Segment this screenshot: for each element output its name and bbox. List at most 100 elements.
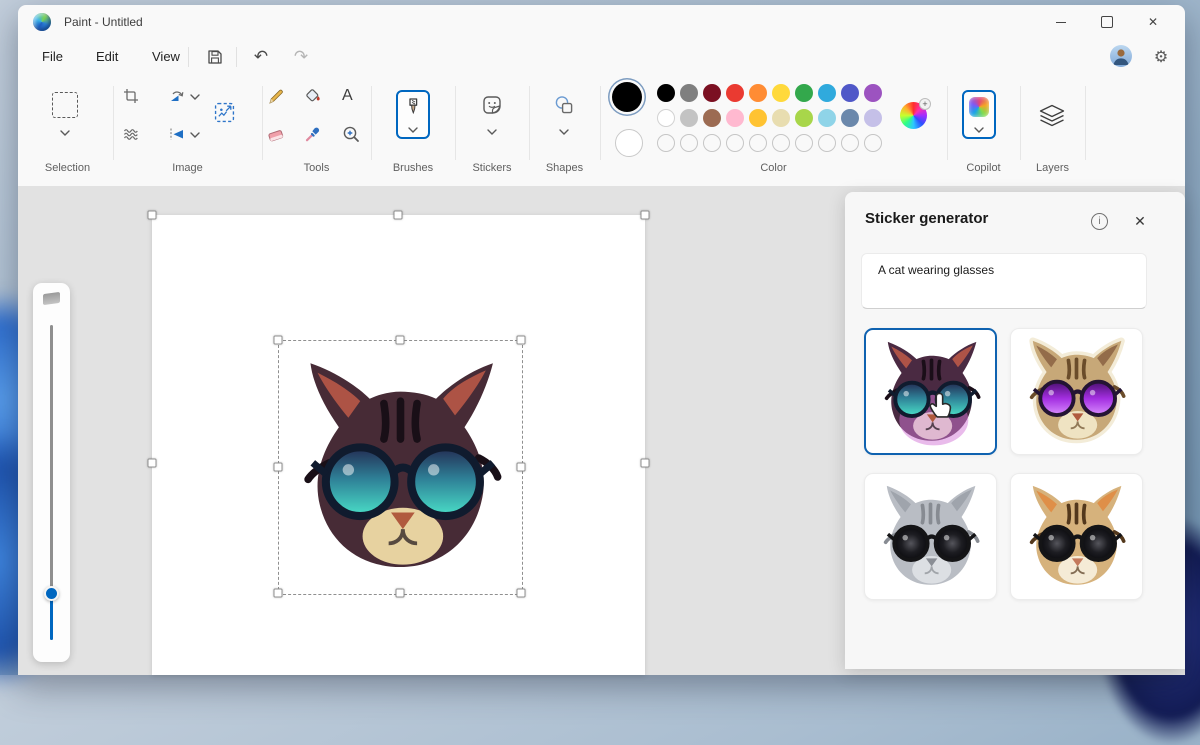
palette-empty-slot[interactable] [657, 134, 675, 152]
palette-color[interactable] [657, 109, 675, 127]
canvas-resize-handle[interactable] [148, 459, 157, 468]
group-label-stickers: Stickers [455, 162, 529, 174]
close-button[interactable]: ✕ [1130, 5, 1176, 39]
crop-button[interactable] [123, 88, 139, 104]
canvas-resize-handle[interactable] [641, 211, 650, 220]
palette-empty-slot[interactable] [726, 134, 744, 152]
rotate-button[interactable] [169, 88, 185, 104]
chevron-down-icon [559, 129, 569, 135]
chevron-down-icon [60, 130, 70, 136]
selection-handle[interactable] [396, 589, 405, 598]
palette-color[interactable] [749, 109, 767, 127]
ribbon-divider [600, 86, 601, 160]
sticker-result-2[interactable] [1010, 328, 1143, 455]
palette-empty-slot[interactable] [864, 134, 882, 152]
palette-color[interactable] [749, 84, 767, 102]
palette-empty-slot[interactable] [772, 134, 790, 152]
resize-image-button[interactable] [214, 102, 235, 123]
settings-button[interactable]: ⚙ [1146, 43, 1176, 71]
palette-color[interactable] [680, 84, 698, 102]
save-button[interactable] [198, 43, 232, 71]
palette-color[interactable] [795, 109, 813, 127]
color-picker-tool-button[interactable] [304, 125, 322, 143]
palette-color[interactable] [703, 84, 721, 102]
palette-color[interactable] [864, 109, 882, 127]
crop-icon [123, 88, 139, 104]
selection-tool-button[interactable] [48, 84, 82, 140]
rotate-dropdown[interactable] [190, 94, 200, 100]
palette-color[interactable] [841, 109, 859, 127]
menu-view[interactable]: View [140, 43, 192, 71]
foreground-color-swatch[interactable] [612, 82, 642, 112]
palette-color[interactable] [772, 84, 790, 102]
brushes-button[interactable] [396, 90, 430, 139]
pencil-tool-button[interactable] [267, 88, 285, 106]
palette-color[interactable] [657, 84, 675, 102]
redo-button[interactable]: ↷ [284, 43, 318, 71]
palette-empty-slot[interactable] [795, 134, 813, 152]
selection-handle[interactable] [396, 336, 405, 345]
palette-color[interactable] [841, 84, 859, 102]
maximize-button[interactable] [1084, 5, 1130, 39]
layers-button[interactable] [1039, 104, 1065, 128]
palette-empty-slot[interactable] [818, 134, 836, 152]
selection-handle[interactable] [274, 463, 283, 472]
palette-color[interactable] [818, 84, 836, 102]
eraser-icon [267, 126, 285, 144]
palette-color[interactable] [818, 109, 836, 127]
sticker-selection-box[interactable] [278, 340, 523, 595]
sticker-result-3[interactable] [864, 473, 997, 600]
selection-handle[interactable] [517, 336, 526, 345]
menu-edit[interactable]: Edit [84, 43, 130, 71]
palette-color[interactable] [772, 109, 790, 127]
menu-bar: File Edit View ↶ ↷ ⚙ [18, 40, 1185, 74]
fill-tool-button[interactable] [304, 87, 322, 105]
background-color-swatch[interactable] [615, 129, 643, 157]
palette-color[interactable] [703, 109, 721, 127]
palette-color[interactable] [726, 84, 744, 102]
selection-handle[interactable] [517, 589, 526, 598]
shapes-button[interactable] [547, 90, 581, 139]
panel-close-button[interactable]: ✕ [1128, 209, 1152, 233]
eraser-tool-button[interactable] [267, 126, 285, 144]
zoom-slider-thumb[interactable] [44, 586, 59, 601]
title-bar[interactable]: Paint - Untitled ✕ [18, 5, 1185, 40]
minimize-button[interactable] [1038, 5, 1084, 39]
canvas-resize-handle[interactable] [641, 459, 650, 468]
canvas-resize-handle[interactable] [148, 211, 157, 220]
sticker-result-1[interactable] [864, 328, 997, 455]
flip-dropdown[interactable] [190, 132, 200, 138]
menu-file[interactable]: File [30, 43, 75, 71]
ribbon-divider [1020, 86, 1021, 160]
sticker-result-4[interactable] [1010, 473, 1143, 600]
palette-color[interactable] [795, 84, 813, 102]
info-button[interactable]: i [1091, 213, 1108, 230]
flip-button[interactable] [169, 126, 185, 142]
cat-sticker-thumbnail [1018, 334, 1135, 449]
magnifier-icon [342, 125, 360, 143]
copilot-button[interactable] [962, 90, 996, 139]
palette-color[interactable] [726, 109, 744, 127]
account-avatar[interactable] [1110, 45, 1132, 67]
canvas-cat-sticker[interactable] [282, 344, 519, 591]
selection-handle[interactable] [517, 463, 526, 472]
palette-color[interactable] [680, 109, 698, 127]
stickers-button[interactable] [475, 90, 509, 139]
palette-empty-slot[interactable] [680, 134, 698, 152]
magnifier-tool-button[interactable] [342, 125, 360, 143]
canvas-resize-handle[interactable] [394, 211, 403, 220]
text-tool-button[interactable]: A [342, 87, 353, 105]
palette-empty-slot[interactable] [749, 134, 767, 152]
sticker-generator-panel: Sticker generator i ✕ [845, 192, 1185, 669]
undo-button[interactable]: ↶ [244, 43, 278, 71]
remove-background-button[interactable] [123, 126, 139, 142]
rotate-icon [169, 88, 185, 104]
chevron-down-icon [190, 132, 200, 138]
palette-empty-slot[interactable] [841, 134, 859, 152]
palette-color[interactable] [864, 84, 882, 102]
selection-handle[interactable] [274, 589, 283, 598]
ribbon-divider [455, 86, 456, 160]
selection-handle[interactable] [274, 336, 283, 345]
prompt-input[interactable] [876, 262, 1135, 278]
palette-empty-slot[interactable] [703, 134, 721, 152]
